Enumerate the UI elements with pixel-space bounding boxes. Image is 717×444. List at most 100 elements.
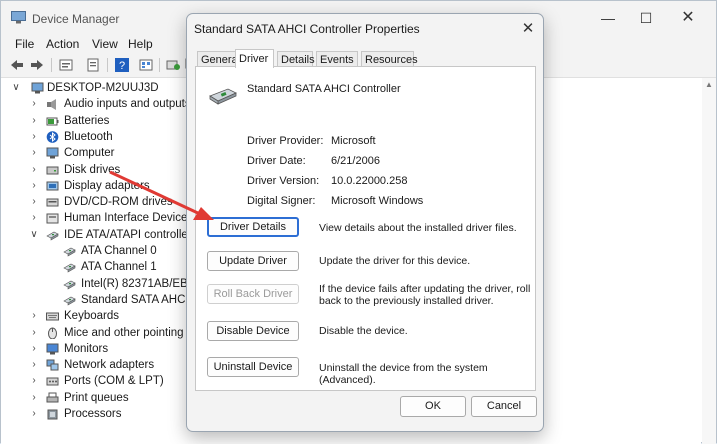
digital-signer-value: Microsoft Windows bbox=[331, 195, 424, 207]
monitor-icon bbox=[46, 343, 59, 355]
tree-item-label: ATA Channel 0 bbox=[81, 245, 157, 257]
tree-item-label: Bluetooth bbox=[64, 130, 113, 143]
forward-arrow-icon[interactable] bbox=[29, 57, 45, 73]
digital-signer-label: Digital Signer: bbox=[247, 195, 316, 207]
driver-details-description: View details about the installed driver … bbox=[319, 222, 517, 234]
tree-item-label: DESKTOP-M2UUJ3D bbox=[47, 82, 159, 94]
printer-icon bbox=[46, 392, 59, 404]
chevron-down-icon[interactable]: ∨ bbox=[11, 80, 21, 96]
tab-details[interactable]: Details bbox=[277, 51, 315, 67]
chevron-right-icon[interactable]: › bbox=[29, 96, 39, 112]
chevron-right-icon[interactable]: › bbox=[29, 129, 39, 145]
dvd-icon bbox=[46, 196, 59, 208]
toolbar-separator bbox=[159, 58, 160, 72]
chevron-right-icon[interactable]: › bbox=[29, 194, 39, 210]
properties-icon[interactable] bbox=[58, 57, 74, 73]
help-icon[interactable]: ? bbox=[114, 57, 130, 73]
chevron-right-icon[interactable]: › bbox=[29, 178, 39, 194]
driver-tab-panel: Standard SATA AHCI Controller Driver Pro… bbox=[195, 66, 536, 391]
chevron-right-icon[interactable]: › bbox=[29, 325, 39, 341]
toolbar-separator bbox=[51, 58, 52, 72]
chevron-right-icon[interactable]: › bbox=[29, 341, 39, 357]
chevron-right-icon[interactable]: › bbox=[29, 373, 39, 389]
tab-general[interactable]: General bbox=[197, 51, 240, 67]
tab-resources[interactable]: Resources bbox=[361, 51, 418, 67]
ok-button[interactable]: OK bbox=[400, 396, 466, 417]
roll-back-driver-description: If the device fails after updating the d… bbox=[319, 283, 531, 307]
tree-item-label: Keyboards bbox=[64, 310, 119, 323]
controller-icon bbox=[63, 278, 76, 290]
hid-icon bbox=[46, 212, 59, 224]
uninstall-device-button[interactable]: Uninstall Device bbox=[207, 357, 299, 377]
uninstall-device-description: Uninstall the device from the system (Ad… bbox=[319, 362, 488, 386]
minimize-button[interactable]: — bbox=[588, 7, 628, 29]
tree-item-label: Print queues bbox=[64, 391, 129, 404]
scroll-up-icon[interactable]: ▲ bbox=[705, 80, 713, 89]
bluetooth-icon bbox=[46, 131, 59, 143]
driver-details-button[interactable]: Driver Details bbox=[207, 217, 299, 237]
driver-date-value: 6/21/2006 bbox=[331, 155, 380, 167]
tree-item-label: Disk drives bbox=[64, 163, 121, 176]
driver-date-label: Driver Date: bbox=[247, 155, 306, 167]
controller-icon bbox=[63, 294, 76, 306]
maximize-button[interactable]: ☐ bbox=[626, 7, 666, 29]
chevron-down-icon[interactable]: ∨ bbox=[29, 227, 39, 243]
disable-device-description: Disable the device. bbox=[319, 325, 408, 337]
computer-icon bbox=[46, 147, 59, 159]
properties-dialog: Standard SATA AHCI Controller Properties… bbox=[186, 13, 544, 432]
chevron-right-icon[interactable]: › bbox=[29, 162, 39, 178]
scan-hardware-icon[interactable] bbox=[165, 57, 181, 73]
mouse-icon bbox=[46, 327, 59, 339]
controller-icon bbox=[209, 88, 237, 105]
driver-provider-value: Microsoft bbox=[331, 135, 376, 147]
disable-device-button[interactable]: Disable Device bbox=[207, 321, 299, 341]
chevron-right-icon[interactable]: › bbox=[29, 357, 39, 373]
tree-item-label: Audio inputs and outputs bbox=[64, 98, 191, 111]
menu-view[interactable]: View bbox=[92, 37, 118, 51]
driver-version-value: 10.0.22000.258 bbox=[331, 175, 408, 187]
dialog-close-button[interactable]: ✕ bbox=[518, 19, 538, 39]
back-arrow-icon[interactable] bbox=[9, 57, 25, 73]
svg-text:?: ? bbox=[119, 60, 125, 72]
battery-icon bbox=[46, 115, 59, 127]
chevron-right-icon[interactable]: › bbox=[29, 210, 39, 226]
toolbar-separator bbox=[107, 58, 108, 72]
tab-driver[interactable]: Driver bbox=[235, 49, 274, 68]
port-icon bbox=[46, 375, 59, 387]
roll-back-driver-button[interactable]: Roll Back Driver bbox=[207, 284, 299, 304]
update-driver-description: Update the driver for this device. bbox=[319, 255, 471, 267]
update-driver-icon[interactable] bbox=[85, 57, 101, 73]
menu-action[interactable]: Action bbox=[46, 37, 79, 51]
tab-strip: General Driver Details Events Resources bbox=[195, 49, 537, 68]
dialog-title: Standard SATA AHCI Controller Properties bbox=[194, 22, 420, 36]
tree-item-label: Monitors bbox=[64, 342, 109, 355]
menu-help[interactable]: Help bbox=[128, 37, 153, 51]
tree-item-label: DVD/CD-ROM drives bbox=[64, 196, 173, 209]
tree-item-label: Display adapters bbox=[64, 179, 150, 192]
chevron-right-icon[interactable]: › bbox=[29, 390, 39, 406]
driver-provider-label: Driver Provider: bbox=[247, 135, 324, 147]
speaker-icon bbox=[46, 98, 59, 111]
device-name: Standard SATA AHCI Controller bbox=[247, 83, 401, 95]
chevron-right-icon[interactable]: › bbox=[29, 406, 39, 422]
root-computer-icon bbox=[31, 82, 44, 94]
keyboard-icon bbox=[46, 310, 59, 322]
window-title: Device Manager bbox=[32, 12, 120, 26]
tree-item-label: Batteries bbox=[64, 114, 110, 127]
update-driver-button[interactable]: Update Driver bbox=[207, 251, 299, 271]
view-icon[interactable] bbox=[138, 57, 154, 73]
tree-item-label: Computer bbox=[64, 147, 115, 160]
menu-file[interactable]: File bbox=[15, 37, 34, 51]
close-button[interactable]: ✕ bbox=[668, 7, 708, 29]
controller-icon bbox=[63, 245, 76, 257]
device-manager-icon bbox=[11, 11, 26, 24]
cancel-button[interactable]: Cancel bbox=[471, 396, 537, 417]
chevron-right-icon[interactable]: › bbox=[29, 145, 39, 161]
chevron-right-icon[interactable]: › bbox=[29, 113, 39, 129]
tab-events[interactable]: Events bbox=[316, 51, 358, 67]
chevron-right-icon[interactable]: › bbox=[29, 308, 39, 324]
driver-version-label: Driver Version: bbox=[247, 175, 320, 187]
network-icon bbox=[46, 359, 59, 371]
vertical-scrollbar[interactable]: ▲ bbox=[702, 78, 716, 444]
display-icon bbox=[46, 180, 59, 192]
